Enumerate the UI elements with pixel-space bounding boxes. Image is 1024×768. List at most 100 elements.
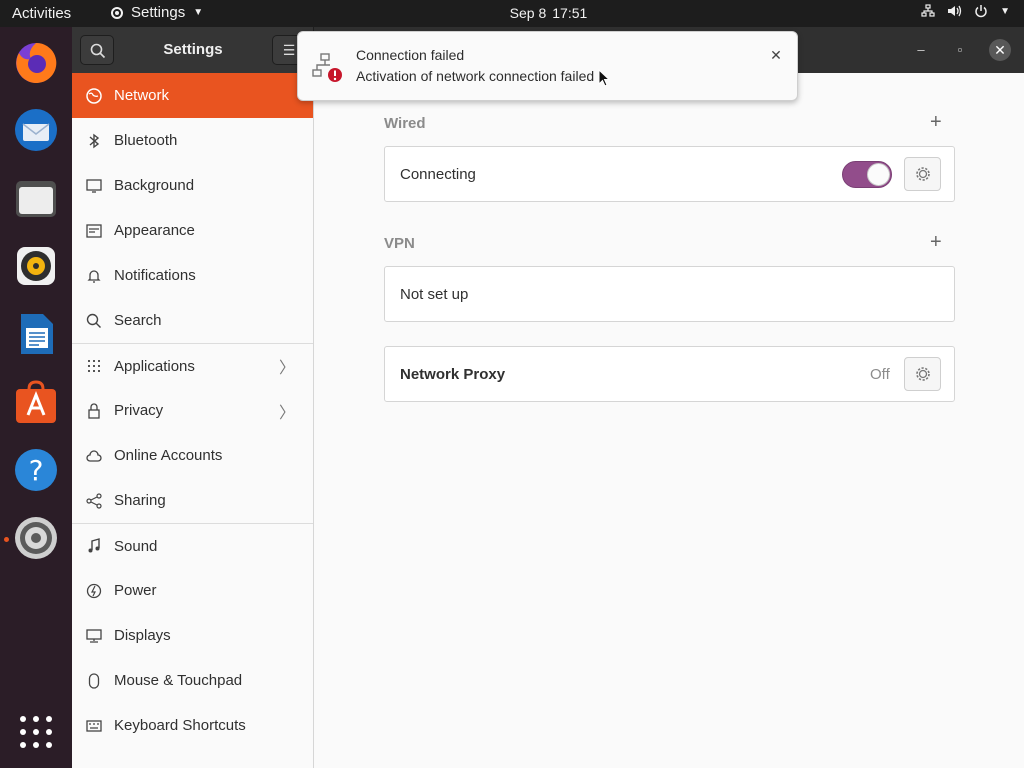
time-label: 17:51 xyxy=(552,5,588,21)
network-proxy-status: Off xyxy=(870,366,890,383)
sidebar-item-displays[interactable]: Displays xyxy=(72,613,313,658)
svg-text:?: ? xyxy=(29,454,44,487)
sidebar-item-label: Online Accounts xyxy=(114,447,223,464)
sidebar-item-background[interactable]: Background xyxy=(72,163,313,208)
wired-connection-row: Connecting xyxy=(384,146,955,202)
show-applications-icon[interactable] xyxy=(20,716,52,748)
sidebar-item-keyboard-shortcuts[interactable]: Keyboard Shortcuts xyxy=(72,703,313,748)
network-proxy-label: Network Proxy xyxy=(400,366,506,383)
dock: ? xyxy=(0,27,72,768)
power-icon xyxy=(86,583,102,599)
vpn-row: Not set up xyxy=(384,266,955,322)
files-icon[interactable] xyxy=(12,174,60,222)
network-proxy-row[interactable]: Network Proxy Off xyxy=(384,346,955,402)
sidebar-item-label: Sound xyxy=(114,537,158,555)
window-title: Settings xyxy=(163,41,223,58)
close-button[interactable]: ✕ xyxy=(989,39,1011,61)
toggle-knob xyxy=(867,163,890,186)
maximize-button[interactable]: ▫ xyxy=(949,39,971,61)
sidebar-item-power[interactable]: Power xyxy=(72,568,313,613)
wired-toggle-switch[interactable] xyxy=(842,161,892,188)
power-icon xyxy=(975,5,987,18)
sidebar-header: Settings ☰ xyxy=(72,27,314,73)
date-label: Sep 8 xyxy=(509,5,547,21)
sidebar-item-label: Sharing xyxy=(114,492,166,509)
sidebar-item-label: Mouse & Touchpad xyxy=(114,672,243,689)
tray-caret-icon: ▼ xyxy=(1000,5,1010,17)
clock[interactable]: Sep 8 17:51 xyxy=(0,5,1024,21)
sidebar-item-applications[interactable]: Applications 〉 xyxy=(72,343,313,388)
notification-body: Activation of network connection failed xyxy=(356,68,595,84)
writer-icon[interactable] xyxy=(12,310,60,358)
sidebar-item-sharing[interactable]: Sharing xyxy=(72,478,313,523)
sidebar-item-label: Appearance xyxy=(114,222,195,239)
notification-title: Connection failed xyxy=(356,47,465,63)
sidebar-item-label: Bluetooth xyxy=(114,132,178,149)
lock-icon xyxy=(86,402,102,419)
volume-icon xyxy=(948,5,962,17)
sidebar-item-label: Notifications xyxy=(114,267,196,284)
sidebar-item-notifications[interactable]: Notifications xyxy=(72,253,313,298)
help-icon[interactable]: ? xyxy=(12,446,60,494)
hamburger-icon: ☰ xyxy=(282,42,296,58)
chevron-right-icon: 〉 xyxy=(278,404,295,422)
chevron-right-icon: 〉 xyxy=(278,360,295,377)
vpn-section-title: VPN xyxy=(384,235,415,252)
sidebar-item-network[interactable]: Network xyxy=(72,73,313,118)
sidebar-item-label: Displays xyxy=(114,627,171,644)
network-icon xyxy=(86,87,102,104)
mouse-pointer-icon xyxy=(598,69,610,87)
share-icon xyxy=(86,492,102,509)
wired-section-title: Wired xyxy=(384,115,426,132)
top-bar: Activities Settings ▼ Sep 8 17:51 ▼ xyxy=(0,0,1024,27)
sidebar-item-label: Privacy xyxy=(114,402,164,419)
settings-icon[interactable] xyxy=(12,514,60,562)
proxy-settings-button[interactable] xyxy=(904,357,941,391)
applications-icon xyxy=(86,358,102,374)
sidebar: Network Bluetooth Background Appearance … xyxy=(72,73,314,768)
vpn-status: Not set up xyxy=(400,286,469,303)
settings-window: Settings ☰ – ▫ ✕ Network Bluetooth Backg… xyxy=(72,27,1024,768)
background-icon xyxy=(86,178,102,194)
sidebar-item-label: Keyboard Shortcuts xyxy=(114,717,246,734)
bluetooth-icon xyxy=(86,133,102,149)
display-icon xyxy=(86,628,102,644)
network-panel: Wired + Connecting VPN + Not set up Netw… xyxy=(315,73,1024,768)
sidebar-item-label: Network xyxy=(114,87,170,104)
gear-icon xyxy=(915,367,930,381)
notification-close-button[interactable]: ✕ xyxy=(766,45,786,65)
search-icon xyxy=(86,313,102,329)
sidebar-item-label: Applications xyxy=(114,357,195,375)
cloud-icon xyxy=(86,448,102,464)
sidebar-item-privacy[interactable]: Privacy 〉 xyxy=(72,388,313,433)
rhythmbox-icon[interactable] xyxy=(12,242,60,290)
minimize-button[interactable]: – xyxy=(910,39,932,61)
appearance-icon xyxy=(86,223,102,239)
bell-icon xyxy=(86,268,102,284)
thunderbird-icon[interactable] xyxy=(12,106,60,154)
gear-icon xyxy=(915,167,930,181)
sidebar-item-sound[interactable]: Sound xyxy=(72,523,313,568)
add-vpn-button[interactable]: + xyxy=(930,231,942,254)
sidebar-item-bluetooth[interactable]: Bluetooth xyxy=(72,118,313,163)
software-icon[interactable] xyxy=(12,378,60,426)
network-error-icon xyxy=(312,53,342,82)
sidebar-item-label: Power xyxy=(114,582,157,599)
search-button[interactable] xyxy=(80,35,114,65)
music-note-icon xyxy=(86,538,102,554)
sidebar-item-mouse-touchpad[interactable]: Mouse & Touchpad xyxy=(72,658,313,703)
sidebar-item-online-accounts[interactable]: Online Accounts xyxy=(72,433,313,478)
running-indicator xyxy=(4,537,9,542)
system-tray[interactable]: ▼ xyxy=(921,4,1010,18)
sidebar-item-search[interactable]: Search xyxy=(72,298,313,343)
firefox-icon[interactable] xyxy=(12,38,60,86)
sidebar-item-appearance[interactable]: Appearance xyxy=(72,208,313,253)
keyboard-icon xyxy=(86,718,102,734)
search-icon xyxy=(90,43,106,59)
network-status-icon xyxy=(921,4,935,17)
notification-banner[interactable]: Connection failed Activation of network … xyxy=(297,31,798,101)
wired-settings-button[interactable] xyxy=(904,157,941,191)
mouse-icon xyxy=(86,672,102,689)
sidebar-item-label: Background xyxy=(114,177,195,194)
add-wired-button[interactable]: + xyxy=(930,111,942,134)
